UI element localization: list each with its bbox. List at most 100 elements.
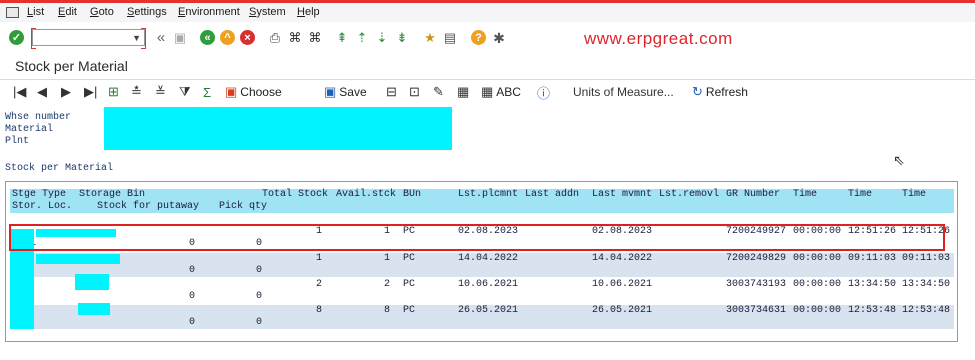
col-avail-stock[interactable]: Avail.stck (336, 189, 396, 201)
cell-bun: PC (403, 305, 416, 316)
check-icon[interactable]: ✓ (9, 30, 24, 45)
cell-lst-plcmnt: 14.04.2022 (458, 253, 519, 264)
cell-time-2: 09:11:03 (848, 253, 897, 264)
gear-icon[interactable]: ✱ (491, 30, 507, 46)
first-page-icon[interactable]: ⇞ (334, 30, 350, 46)
last-row-icon[interactable]: ▶| (84, 84, 97, 100)
col-last-addn[interactable]: Last addn (525, 189, 579, 201)
cell-time-2: 12:53:48 (848, 305, 897, 316)
previous-icon[interactable]: ◀ (37, 84, 47, 100)
close-icon[interactable]: × (240, 30, 255, 45)
col-time-3[interactable]: Time (902, 189, 926, 201)
cell-pick-qty: 0 (256, 317, 263, 328)
menu-settings[interactable]: Settings (127, 6, 167, 18)
col-stor-loc[interactable]: Stor. Loc. (12, 201, 72, 213)
cell-bun: PC (403, 279, 416, 290)
back-icon[interactable]: « (200, 30, 215, 45)
page-title: Stock per Material (15, 58, 128, 74)
col-gr-number[interactable]: GR Number (726, 189, 780, 201)
cell-putaway: 0 (189, 291, 196, 302)
mouse-cursor-icon: ⇖ (893, 152, 905, 168)
next-icon[interactable]: ▶ (61, 84, 71, 100)
table-row-sub[interactable] (10, 317, 954, 329)
spreadsheet-icon[interactable]: ⊡ (409, 84, 420, 100)
system-menu-icon[interactable] (6, 7, 19, 18)
word-processing-icon[interactable]: ✎ (433, 84, 444, 100)
detail-icon[interactable]: ⊞ (108, 84, 119, 100)
choose-button[interactable]: ▣ Choose (225, 84, 282, 100)
plant-label: Plnt (5, 136, 30, 147)
redacted-bin-2 (36, 254, 120, 264)
stock-list-grid: Stge Type Storage Bin Total Stock Avail.… (5, 181, 958, 342)
cell-time-1: 00:00:00 (793, 305, 842, 316)
binoculars-next-icon[interactable]: ⌘ (307, 30, 323, 46)
binoculars-icon[interactable]: ⌘ (287, 30, 303, 46)
double-left-icon[interactable]: « (153, 30, 169, 46)
printer-icon[interactable]: ⎙ (267, 30, 283, 46)
command-input[interactable] (35, 31, 125, 43)
info-icon[interactable]: ⓘ (537, 84, 550, 101)
menu-system[interactable]: System (249, 6, 286, 18)
cell-time-1: 00:00:00 (793, 279, 842, 290)
last-page-icon[interactable]: ⇟ (394, 30, 410, 46)
cell-bun: PC (403, 253, 416, 264)
redacted-bin-4 (78, 303, 110, 315)
abc-label: ABC (496, 85, 521, 99)
menu-edit[interactable]: Edit (58, 6, 77, 18)
cell-gr-number: 7200249829 (726, 253, 787, 264)
title-bar: Stock per Material (0, 53, 975, 80)
export-icon[interactable]: ⊟ (386, 84, 397, 100)
col-storage-bin[interactable]: Storage Bin (79, 189, 145, 201)
menu-list[interactable]: List (27, 6, 44, 18)
col-time-1[interactable]: Time (793, 189, 817, 201)
refresh-button[interactable]: ↻ Refresh (692, 84, 748, 100)
cell-avail-stock: 2 (384, 279, 391, 290)
menu-help[interactable]: Help (297, 6, 320, 18)
save-button[interactable]: ▣ Save (324, 84, 367, 100)
sort-descending-icon[interactable]: ≚ (155, 84, 166, 100)
col-bun[interactable]: BUn (403, 189, 421, 201)
sort-ascending-icon[interactable]: ≛ (131, 84, 142, 100)
col-lst-removl[interactable]: Lst.removl (659, 189, 719, 201)
col-lst-plcmnt[interactable]: Lst.plcmnt (458, 189, 518, 201)
col-stge-type[interactable]: Stge Type (12, 189, 66, 201)
table-row-sub[interactable] (10, 291, 954, 303)
cell-last-mvmnt: 14.04.2022 (592, 253, 653, 264)
save-disabled-icon: ▣ (173, 30, 187, 45)
save-label: Save (339, 85, 367, 99)
menu-bar: List Edit Goto Settings Environment Syst… (0, 3, 975, 22)
cell-time-2: 13:34:50 (848, 279, 897, 290)
menu-goto[interactable]: Goto (90, 6, 114, 18)
cell-pick-qty: 0 (256, 265, 263, 276)
previous-page-icon[interactable]: ⇡ (354, 30, 370, 46)
units-of-measure-button[interactable]: Units of Measure... (573, 84, 674, 100)
command-field[interactable]: ▼ (31, 28, 146, 49)
calculator-icon[interactable]: ▦ (457, 84, 469, 100)
next-page-icon[interactable]: ⇣ (374, 30, 390, 46)
create-session-icon[interactable]: ★ (422, 30, 438, 46)
table-row-sub[interactable] (10, 265, 954, 277)
col-last-mvmnt[interactable]: Last mvmnt (592, 189, 652, 201)
cell-time-3: 13:34:50 (902, 279, 951, 290)
question-icon[interactable]: ? (471, 30, 486, 45)
menu-environment[interactable]: Environment (178, 6, 240, 18)
first-row-icon[interactable]: |◀ (13, 84, 26, 100)
cell-time-3: 12:53:48 (902, 305, 951, 316)
col-pick-qty[interactable]: Pick qty (219, 201, 267, 213)
col-total-stock[interactable]: Total Stock (262, 189, 328, 201)
up-arrow-icon[interactable]: ^ (220, 30, 235, 45)
sum-icon[interactable]: Σ (203, 84, 211, 100)
col-time-2[interactable]: Time (848, 189, 872, 201)
cell-gr-number: 3003734631 (726, 305, 787, 316)
cell-time-3: 09:11:03 (902, 253, 951, 264)
redacted-header-values (104, 107, 452, 150)
col-stock-for-putaway[interactable]: Stock for putaway (97, 201, 199, 213)
chevron-down-icon[interactable]: ▼ (132, 33, 141, 43)
cell-pick-qty: 0 (256, 291, 263, 302)
cell-time-1: 00:00:00 (793, 253, 842, 264)
cell-gr-number: 3003743193 (726, 279, 787, 290)
standard-toolbar: ✓ ▼ « ▣ « ^ × ⎙ ⌘ ⌘ ⇞ ⇡ ⇣ ⇟ ★ ▤ ? ✱ www.… (0, 23, 975, 53)
shortcut-icon[interactable]: ▤ (442, 30, 458, 46)
filter-icon[interactable]: ⧩ (179, 84, 191, 100)
abc-button[interactable]: ▦ ABC (481, 84, 521, 100)
